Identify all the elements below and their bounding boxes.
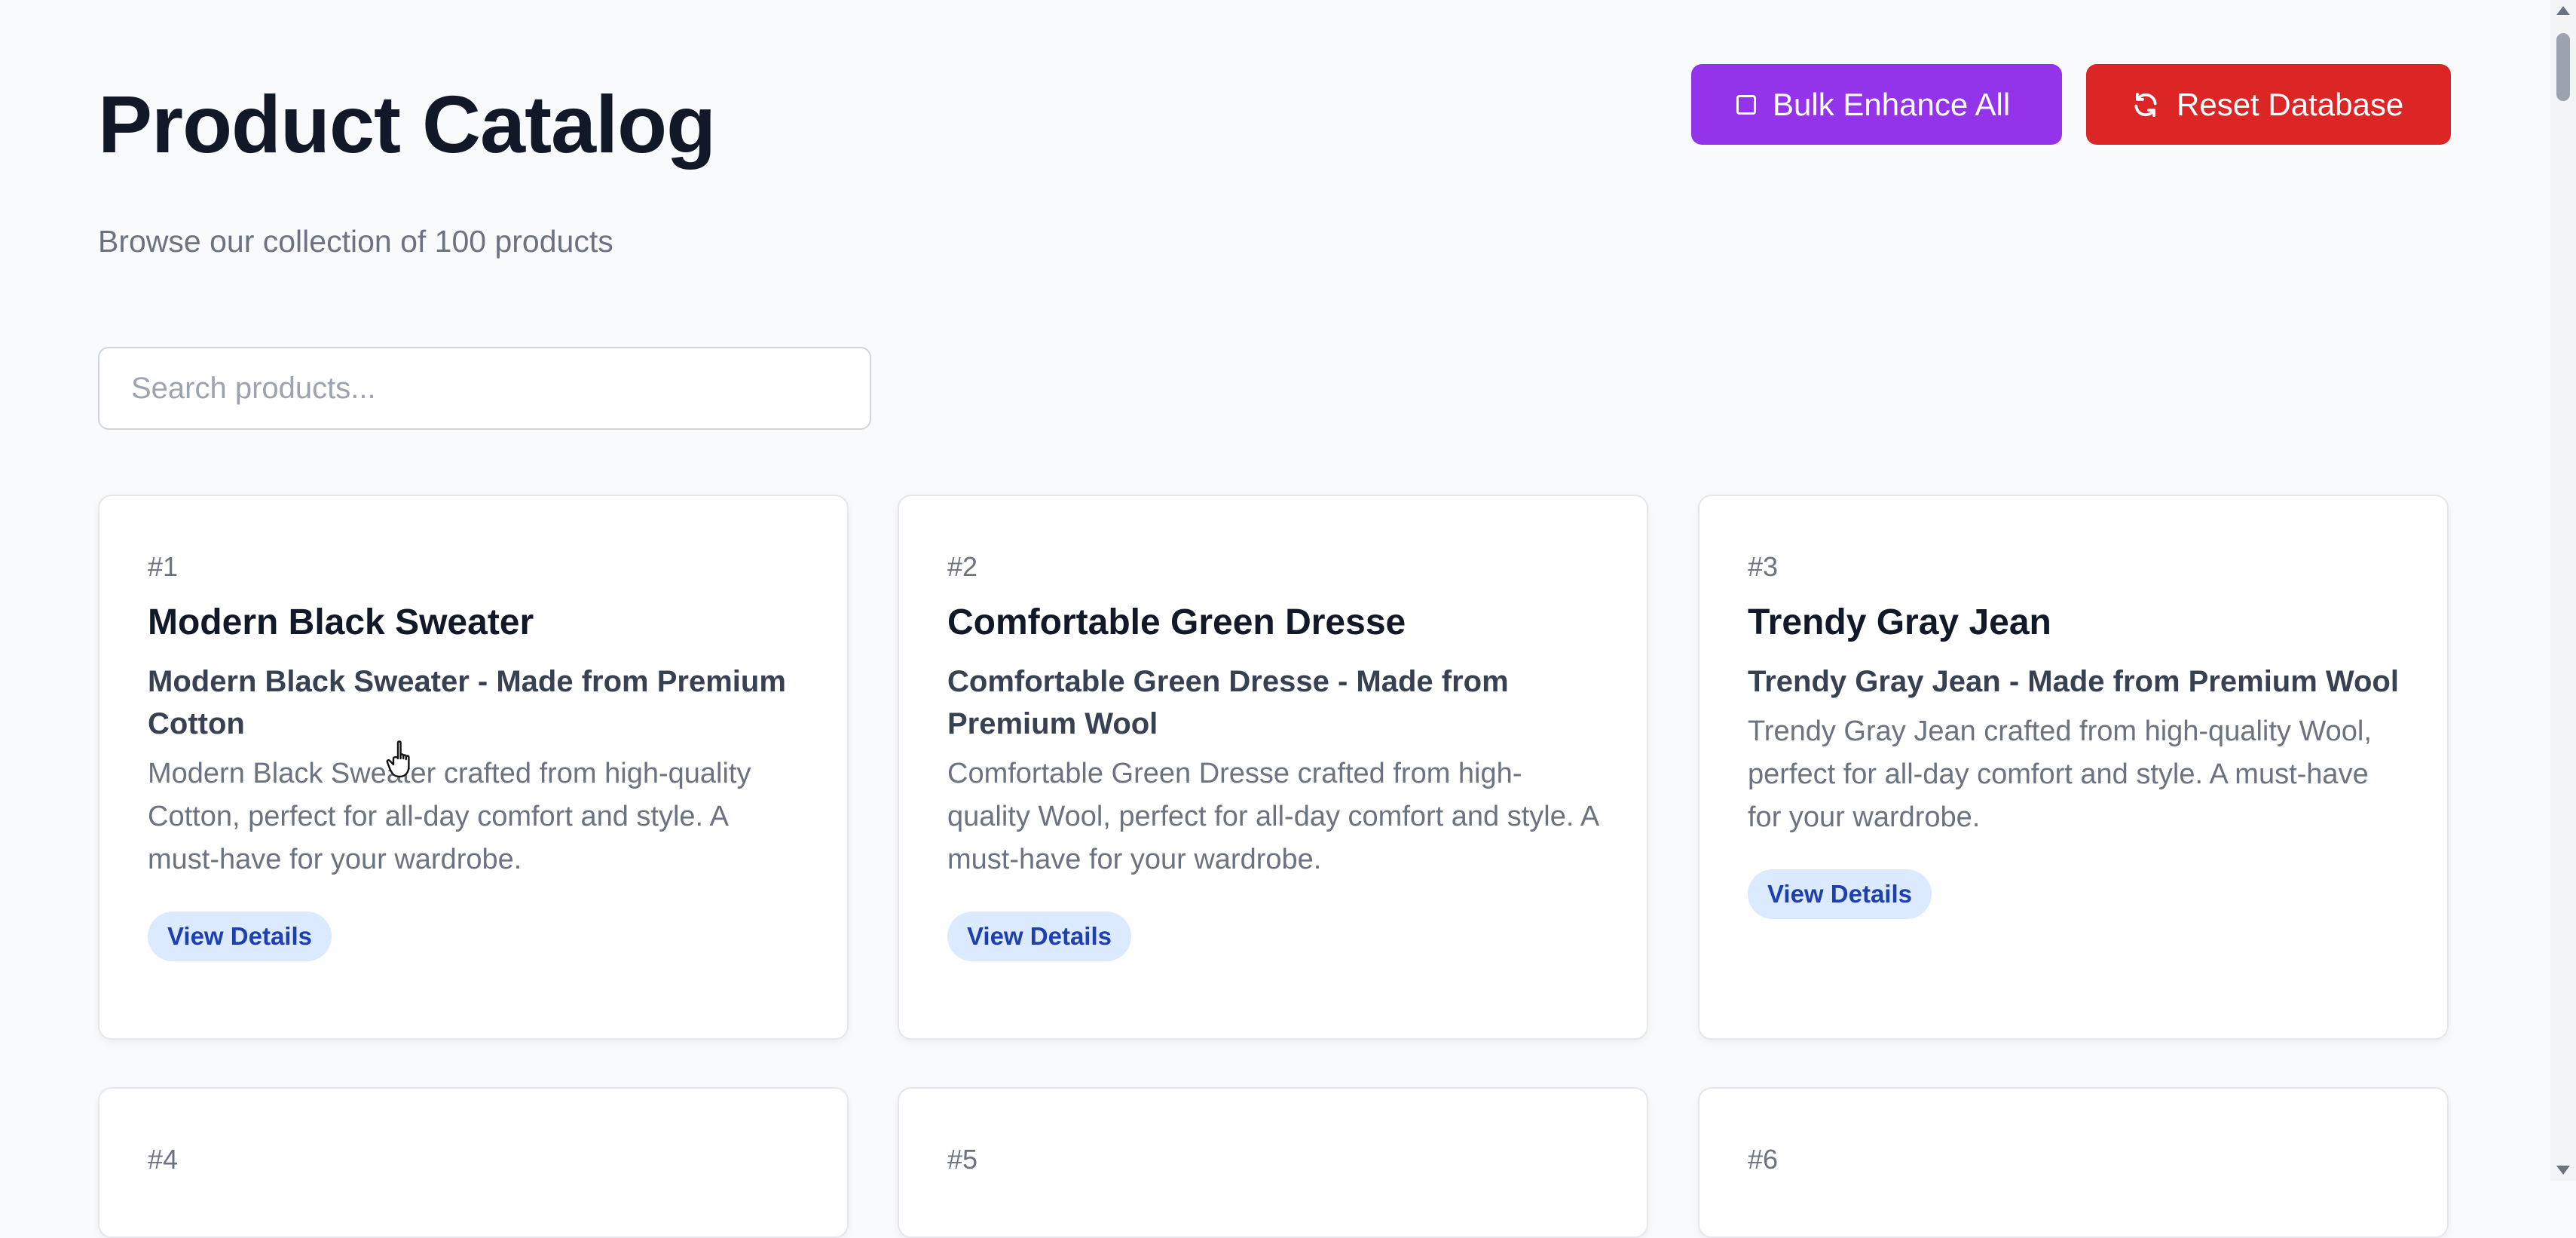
product-number: #4 (148, 1144, 179, 1175)
scrollbar-thumb[interactable] (2556, 33, 2570, 101)
product-card: #3 Trendy Gray Jean Trendy Gray Jean - M… (1698, 495, 2449, 1040)
scroll-up-arrow-icon[interactable] (2556, 6, 2570, 15)
page-title: Product Catalog (98, 78, 716, 170)
square-icon (1736, 94, 1756, 115)
vertical-scrollbar[interactable] (2550, 0, 2576, 1181)
view-details-button[interactable]: View Details (947, 911, 1131, 961)
product-card: #6 (1698, 1087, 2449, 1238)
product-number: #6 (1748, 1144, 1779, 1175)
bulk-enhance-label: Bulk Enhance All (1773, 86, 2011, 122)
product-description: Modern Black Sweater crafted from high-q… (148, 757, 751, 875)
product-card: #2 Comfortable Green Dresse Comfortable … (898, 495, 1648, 1040)
product-headline: Comfortable Green Dresse - Made from Pre… (947, 664, 1509, 740)
page-subtitle: Browse our collection of 100 products (98, 224, 613, 259)
product-card: #4 (98, 1087, 849, 1238)
product-number: #1 (148, 551, 179, 582)
product-description: Comfortable Green Dresse crafted from hi… (947, 757, 1599, 875)
hand-cursor-icon (386, 740, 410, 778)
view-details-button[interactable]: View Details (148, 911, 332, 961)
product-headline: Modern Black Sweater - Made from Premium… (148, 664, 786, 740)
product-name: Comfortable Green Dresse (947, 602, 1406, 643)
product-card: #1 Modern Black Sweater Modern Black Swe… (98, 495, 849, 1040)
refresh-icon (2134, 92, 2157, 117)
bulk-enhance-button[interactable]: Bulk Enhance All (1691, 64, 2062, 145)
product-number: #2 (947, 551, 978, 582)
product-number: #5 (947, 1144, 978, 1175)
product-card: #5 (898, 1087, 1648, 1238)
reset-database-button[interactable]: Reset Database (2086, 64, 2451, 145)
product-name: Trendy Gray Jean (1748, 602, 2051, 643)
product-number: #3 (1748, 551, 1779, 582)
product-catalog-page: Product Catalog Browse our collection of… (0, 0, 2550, 1238)
scroll-down-arrow-icon[interactable] (2556, 1166, 2570, 1175)
reset-database-label: Reset Database (2177, 86, 2404, 122)
product-name: Modern Black Sweater (148, 602, 534, 643)
search-input[interactable] (98, 347, 871, 430)
product-description: Trendy Gray Jean crafted from high-quali… (1748, 715, 2372, 833)
view-details-button[interactable]: View Details (1748, 869, 1932, 919)
product-headline: Trendy Gray Jean - Made from Premium Woo… (1748, 664, 2399, 698)
